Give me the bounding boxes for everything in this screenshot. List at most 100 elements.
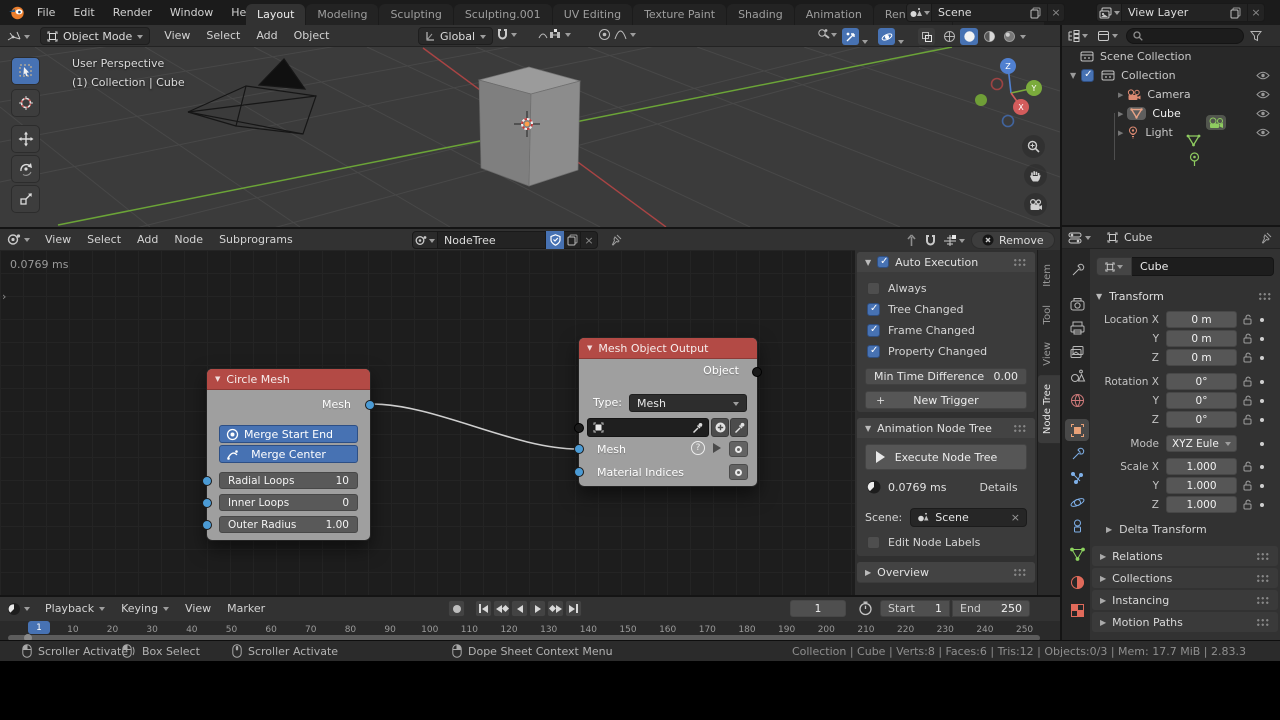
object-id-field[interactable] (587, 418, 709, 437)
transform-value-field[interactable]: 0° (1166, 411, 1237, 428)
outliner-display-mode-button[interactable] (1093, 30, 1122, 42)
timeline-view-menu[interactable]: View (177, 598, 219, 620)
outliner-search-input[interactable] (1126, 28, 1244, 44)
node-snap-target-icon[interactable] (943, 234, 965, 247)
outliner-row-camera[interactable]: ▶ Camera (1062, 85, 1280, 104)
panel-collapse-icon[interactable]: ▼ (865, 258, 871, 267)
outliner-row-cube[interactable]: ▶ Cube (1062, 104, 1280, 123)
panel-drag-dots[interactable] (1256, 618, 1270, 626)
sidebar-tab[interactable]: Item (1038, 255, 1060, 296)
properties-tab-tool[interactable] (1065, 259, 1089, 281)
camera-visibility-eye-icon[interactable] (1256, 90, 1270, 99)
new-scene-icon[interactable] (1030, 7, 1041, 19)
eyedropper-button[interactable] (730, 418, 748, 437)
scene-icon[interactable] (906, 3, 932, 22)
view-layer-icon[interactable] (1096, 3, 1122, 22)
new-object-button[interactable] (711, 418, 729, 437)
viewport-3d[interactable]: Z Y X User Perspective (1) Collection | … (0, 47, 1060, 227)
camera-view-button[interactable] (1024, 193, 1047, 216)
outer-radius-input-socket[interactable] (202, 520, 212, 530)
node-editor-menu-item[interactable]: Select (79, 229, 129, 251)
cube-visibility-eye-icon[interactable] (1256, 109, 1270, 118)
delta-transform-subpanel[interactable]: ▶ Delta Transform (1106, 523, 1207, 536)
outliner-filter-icon[interactable] (1250, 30, 1262, 42)
viewport-menu-item[interactable]: Select (198, 25, 248, 47)
collection-expand-icon[interactable]: ▼ (1062, 71, 1081, 80)
execution-option-row[interactable]: Tree Changed (857, 299, 1035, 320)
proportional-editing-controls[interactable] (598, 28, 636, 41)
frame-end-field[interactable]: End 250 (952, 600, 1030, 617)
animate-dot[interactable] (1260, 442, 1264, 446)
properties-tab-scene[interactable] (1065, 365, 1089, 387)
properties-tab-render[interactable] (1065, 293, 1089, 315)
edit-node-labels-row[interactable]: Edit Node Labels (857, 532, 990, 553)
snap-target-controls[interactable] (537, 28, 571, 41)
animation-node-tree-panel-header[interactable]: ▼ Animation Node Tree (857, 418, 1035, 438)
scene-id-field[interactable]: Scene × (910, 508, 1027, 527)
new-trigger-button[interactable]: + New Trigger (865, 391, 1027, 409)
option-checkbox[interactable] (867, 282, 880, 295)
panel-drag-dots[interactable] (1258, 292, 1272, 300)
jump-to-start-button[interactable] (475, 600, 492, 617)
unlink-scene-icon[interactable]: × (1048, 3, 1065, 22)
animate-dot[interactable] (1260, 503, 1264, 507)
material-indices-operation-button[interactable] (729, 464, 748, 480)
workspace-tab[interactable]: Texture Paint (633, 4, 726, 25)
object-input-socket[interactable] (574, 423, 584, 433)
node-snap-magnet-icon[interactable] (924, 234, 937, 247)
node-circle-mesh[interactable]: ▼ Circle Mesh Mesh Merge Start End Merge… (206, 368, 371, 541)
execute-node-tree-button[interactable]: Execute Node Tree (865, 444, 1027, 470)
mesh-operation-button[interactable] (729, 441, 748, 457)
light-data-badge-icon[interactable] (1188, 152, 1201, 167)
lock-icon[interactable] (1243, 333, 1253, 344)
properties-tab-physics[interactable] (1065, 491, 1089, 513)
collapsed-panel-header[interactable]: ▶ Instancing (1092, 590, 1278, 610)
option-checkbox[interactable] (867, 303, 880, 316)
animate-dot[interactable] (1260, 465, 1264, 469)
animate-dot[interactable] (1260, 418, 1264, 422)
transform-value-field[interactable]: 0° (1166, 373, 1237, 390)
lock-icon[interactable] (1243, 376, 1253, 387)
node-value-field[interactable]: Inner Loops 0 (219, 494, 358, 511)
shading-dropdown-chevron[interactable] (1020, 35, 1026, 42)
blender-logo-icon[interactable] (8, 4, 25, 21)
rotation-mode-dropdown[interactable]: XYZ Eule (1166, 435, 1237, 452)
timeline-marker-menu[interactable]: Marker (219, 598, 273, 620)
wireframe-shading-button[interactable] (940, 28, 958, 45)
play-button[interactable] (529, 600, 546, 617)
properties-tab-world[interactable] (1065, 389, 1089, 411)
panel-collapse-icon[interactable]: ▼ (865, 424, 871, 433)
node-editor-menu-item[interactable]: Subprograms (211, 229, 301, 251)
frame-start-field[interactable]: Start 1 (880, 600, 950, 617)
animate-dot[interactable] (1260, 356, 1264, 360)
select-box-tool[interactable] (11, 57, 40, 85)
merge-start-end-button[interactable]: Merge Start End (219, 425, 358, 443)
outliner-editor-type-button[interactable] (1062, 30, 1093, 42)
remove-trigger-button[interactable]: Remove (971, 231, 1055, 249)
camera-data-badge-icon[interactable] (1205, 114, 1227, 131)
mesh-output-socket[interactable] (365, 400, 375, 410)
sidebar-tab[interactable]: Tool (1038, 296, 1060, 333)
outliner-row-collection[interactable]: ▼ Collection (1062, 66, 1280, 85)
sidebar-tab[interactable]: View (1038, 333, 1060, 375)
animate-dot[interactable] (1260, 318, 1264, 322)
panel-drag-dots[interactable] (1013, 424, 1027, 432)
overlays-dropdown-chevron[interactable] (898, 40, 904, 47)
transform-orientation-dropdown[interactable]: Global (418, 27, 493, 45)
show-gizmo-toggle[interactable] (842, 28, 859, 45)
auto-execution-panel-header[interactable]: ▼ Auto Execution (857, 252, 1035, 272)
auto-execution-checkbox[interactable] (877, 256, 889, 268)
use-preview-range-icon[interactable] (858, 601, 873, 616)
type-dropdown[interactable]: Mesh (629, 394, 747, 412)
viewport-menu-item[interactable]: Object (286, 25, 338, 47)
properties-tab-constraints[interactable] (1065, 515, 1089, 537)
node-mesh-object-output[interactable]: ▼ Mesh Object Output Object Type: Mesh M… (578, 337, 758, 487)
animate-dot[interactable] (1260, 399, 1264, 403)
lock-icon[interactable] (1243, 480, 1253, 491)
gizmo-dropdown-chevron[interactable] (862, 40, 868, 47)
mesh-expand-icon[interactable] (713, 443, 726, 453)
node-tree-icon[interactable] (412, 231, 438, 249)
properties-tab-modifiers[interactable] (1065, 443, 1089, 465)
workspace-tab[interactable]: Sculpting.001 (454, 4, 552, 25)
collapse-node-icon[interactable]: ▼ (215, 375, 220, 383)
